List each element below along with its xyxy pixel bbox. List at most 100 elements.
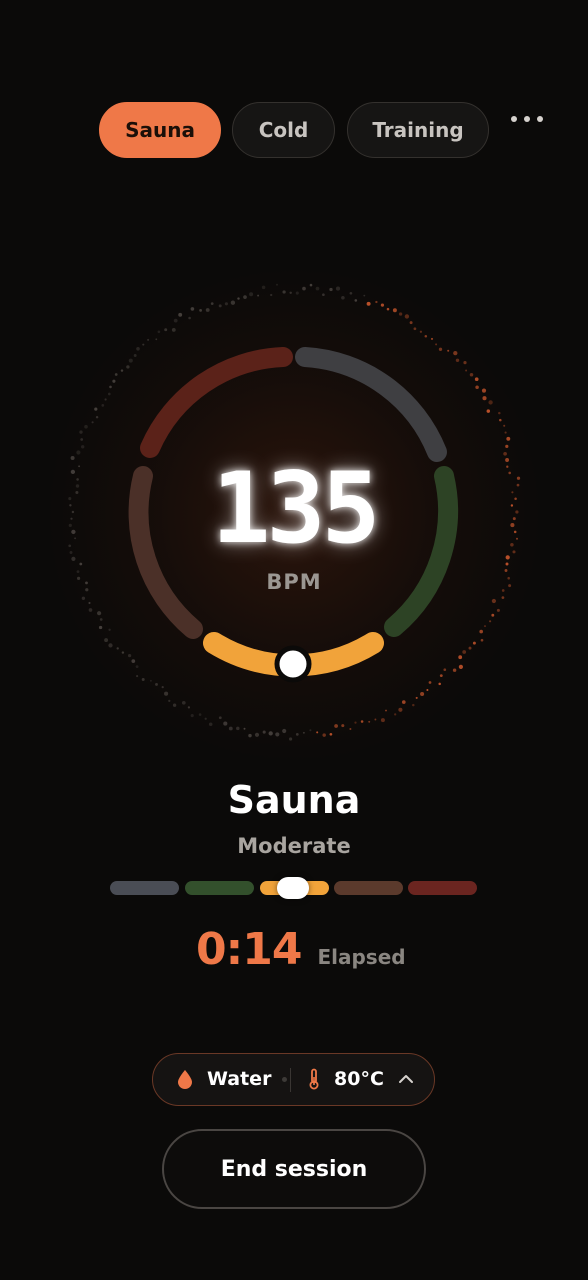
- zone-segment-2: [185, 881, 254, 895]
- particle-dot: [218, 304, 222, 308]
- particle-dot: [289, 737, 293, 741]
- particle-dot: [224, 302, 228, 306]
- particle-dot: [128, 358, 133, 363]
- particle-dot: [504, 569, 508, 572]
- particle-dot: [322, 293, 325, 297]
- particle-dot: [223, 721, 228, 726]
- particle-dot: [101, 404, 105, 407]
- particle-dot: [443, 668, 447, 672]
- particle-dot: [155, 338, 158, 341]
- particle-dot: [164, 691, 169, 696]
- particle-dot: [401, 700, 406, 704]
- particle-dot: [419, 330, 423, 333]
- particle-dot: [104, 638, 109, 643]
- particle-dot: [75, 490, 79, 495]
- particle-dot: [136, 675, 139, 678]
- particle-dot: [243, 727, 246, 730]
- particle-dot: [486, 409, 491, 413]
- particle-dot: [187, 706, 191, 709]
- particle-dot: [491, 613, 495, 617]
- particle-dot: [420, 691, 425, 697]
- particle-dot: [84, 424, 88, 429]
- particle-dot: [380, 303, 385, 307]
- particle-dot: [354, 721, 357, 724]
- water-setting[interactable]: Water: [177, 1054, 271, 1104]
- particle-dot: [78, 465, 80, 468]
- temperature-setting[interactable]: 80°C: [308, 1054, 384, 1104]
- particle-dot: [230, 300, 236, 305]
- particle-dot: [142, 343, 145, 346]
- particle-dot: [398, 707, 403, 712]
- particle-dot: [70, 517, 73, 520]
- timer-value: 0:14: [196, 924, 302, 975]
- particle-dot: [510, 543, 514, 547]
- particle-dot: [126, 365, 130, 369]
- particle-dot: [282, 728, 287, 734]
- particle-dot: [237, 297, 240, 300]
- particle-dot: [341, 724, 345, 728]
- particle-dot: [468, 646, 472, 650]
- particle-dot: [465, 369, 468, 372]
- particle-dot: [302, 286, 306, 291]
- particle-dot: [75, 484, 80, 488]
- particle-dot: [404, 314, 410, 319]
- particle-dot: [435, 343, 438, 346]
- particle-dot: [505, 555, 510, 560]
- particle-dot: [375, 300, 378, 304]
- particle-dot: [88, 608, 93, 612]
- particle-dot: [204, 717, 207, 720]
- particle-dot: [503, 424, 506, 427]
- particle-dot: [512, 517, 516, 521]
- heart-rate-ring: [68, 283, 521, 741]
- zone-bar-knob: [277, 877, 309, 899]
- particle-dot: [392, 308, 397, 313]
- particle-dot: [458, 655, 463, 660]
- particle-dot: [68, 497, 72, 501]
- particle-dot: [257, 294, 260, 297]
- particle-dot: [85, 581, 88, 585]
- particle-dot: [506, 465, 509, 468]
- particle-dot: [108, 643, 113, 648]
- particle-dot: [507, 576, 510, 580]
- particle-dot: [147, 338, 150, 341]
- particle-dot: [368, 720, 371, 723]
- particle-dot: [249, 292, 254, 297]
- particle-dot: [295, 733, 299, 736]
- particle-dot: [208, 722, 213, 726]
- particle-dot: [295, 291, 299, 295]
- particle-dot: [510, 504, 514, 507]
- particle-dot: [109, 385, 112, 389]
- particle-dot: [506, 436, 511, 441]
- end-session-button[interactable]: End session: [162, 1129, 426, 1209]
- particle-dot: [71, 529, 76, 535]
- particle-dot: [329, 732, 333, 736]
- particle-dot: [218, 716, 222, 720]
- particle-dot: [71, 556, 76, 562]
- particle-dot: [171, 327, 176, 332]
- particle-dot: [463, 361, 467, 365]
- zone-arc-grey: [295, 347, 447, 462]
- water-drop-icon: [178, 1070, 192, 1089]
- particle-dot: [462, 650, 467, 654]
- session-settings-chip[interactable]: Water 80°C: [152, 1053, 435, 1106]
- particle-dot: [128, 654, 132, 658]
- particle-dot: [512, 550, 516, 554]
- particle-dot: [141, 678, 145, 681]
- particle-dot: [98, 625, 103, 630]
- particle-dot: [161, 685, 164, 689]
- chevron-up-icon[interactable]: [398, 1054, 414, 1104]
- particle-dot: [394, 713, 397, 716]
- particle-dot: [349, 727, 352, 731]
- particle-dot: [80, 438, 84, 441]
- particle-dot: [95, 415, 99, 419]
- particle-dot: [385, 709, 387, 712]
- particle-dot: [474, 377, 479, 382]
- particle-dot: [498, 411, 501, 415]
- particle-dot: [508, 471, 512, 475]
- thermometer-icon: [309, 1068, 319, 1090]
- particle-dot: [482, 396, 487, 401]
- particle-dot: [70, 469, 76, 475]
- zone-segment-5: [408, 881, 477, 895]
- particle-dot: [276, 283, 278, 286]
- particle-dot: [262, 730, 266, 734]
